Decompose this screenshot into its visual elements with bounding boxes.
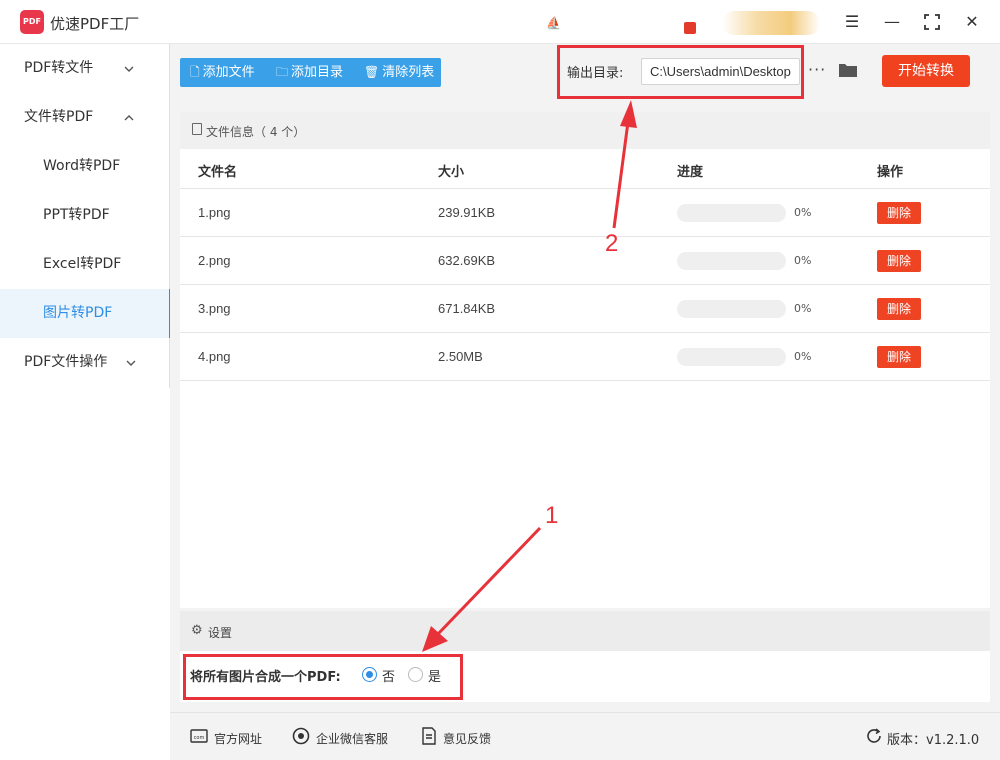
file-icon: 🗋 (190, 65, 200, 79)
column-progress: 进度 (677, 165, 704, 180)
delete-button[interactable]: 删除 (877, 298, 921, 320)
app-window: PDF 优速PDF工厂 ⛵ ☰ — ✕ PDF转文件 文件转PDF Word转P… (0, 0, 1000, 760)
progress-percent: 0% (794, 302, 812, 315)
table-row: 3.png 671.84KB 0% 删除 (180, 285, 990, 333)
sidebar-item-label: 文件转PDF (24, 109, 94, 125)
close-icon[interactable]: ✕ (960, 10, 984, 34)
version-label: 版本：v1.2.1.0 (887, 733, 980, 748)
svg-text:com: com (194, 735, 205, 741)
settings-header: ⚙ 设置 (180, 611, 990, 651)
sidebar-item-pdf-operations[interactable]: PDF文件操作 (0, 338, 170, 387)
app-logo-icon: PDF (20, 10, 44, 34)
wechat-service-icon (292, 727, 310, 745)
file-size: 2.50MB (438, 349, 483, 364)
clear-list-button[interactable]: 🗑 清除列表 (364, 58, 434, 87)
sidebar-item-label: PPT转PDF (43, 207, 110, 223)
chevron-down-icon (124, 44, 134, 93)
progress-bar (677, 204, 786, 222)
ad-ship-icon[interactable]: ⛵ (546, 16, 568, 30)
progress-bar (677, 300, 786, 318)
maximize-icon[interactable] (920, 10, 944, 34)
start-convert-button[interactable]: 开始转换 (882, 55, 970, 87)
sidebar-item-label: PDF转文件 (24, 60, 94, 76)
progress-bar (677, 252, 786, 270)
feedback-link[interactable]: 意见反馈 (443, 730, 491, 747)
annotation-box-merge (183, 654, 463, 700)
open-folder-icon[interactable] (838, 62, 858, 78)
ad-banner[interactable] (722, 11, 820, 35)
sidebar-item-excel-to-pdf[interactable]: Excel转PDF (0, 240, 170, 289)
file-size: 239.91KB (438, 205, 496, 220)
gear-icon: ⚙ (191, 623, 203, 638)
annotation-number-1: 1 (545, 502, 559, 529)
file-list-panel: 文件信息（ 4 个） 文件名 大小 进度 操作 1.png 239.91KB 0… (180, 112, 990, 608)
more-options-button[interactable]: ··· (808, 60, 826, 79)
folder-outline-icon: 🗀 (276, 65, 289, 79)
document-icon (192, 123, 202, 135)
file-info-header: 文件信息（ 4 个） (180, 112, 990, 149)
progress-percent: 0% (794, 206, 812, 219)
menu-icon[interactable]: ☰ (840, 10, 864, 34)
sidebar-item-label: PDF文件操作 (24, 354, 108, 370)
file-size: 671.84KB (438, 301, 496, 316)
toolbar-button-group: 🗋 添加文件 🗀 添加目录 🗑 清除列表 (180, 58, 441, 87)
chevron-down-icon (126, 338, 136, 387)
file-name: 2.png (198, 253, 231, 268)
sidebar-item-label: 图片转PDF (43, 305, 113, 321)
delete-button[interactable]: 删除 (877, 346, 921, 368)
annotation-number-2: 2 (605, 230, 619, 257)
settings-title: 设置 (208, 626, 233, 640)
file-name: 1.png (198, 205, 231, 220)
progress-bar (677, 348, 786, 366)
wechat-service-link[interactable]: 企业微信客服 (316, 730, 388, 747)
website-icon: com (190, 729, 208, 743)
trash-icon: 🗑 (364, 65, 380, 79)
sidebar-item-word-to-pdf[interactable]: Word转PDF (0, 142, 170, 191)
table-header: 文件名 大小 进度 操作 (180, 149, 990, 189)
title-bar: PDF 优速PDF工厂 ⛵ ☰ — ✕ (0, 0, 1000, 44)
table-row: 4.png 2.50MB 0% 删除 (180, 333, 990, 381)
clear-list-label: 清除列表 (382, 65, 435, 80)
add-directory-button[interactable]: 🗀 添加目录 (276, 58, 343, 87)
file-size: 632.69KB (438, 253, 496, 268)
sidebar-item-file-to-pdf[interactable]: 文件转PDF (0, 93, 170, 142)
sidebar-item-ppt-to-pdf[interactable]: PPT转PDF (0, 191, 170, 240)
column-filename: 文件名 (198, 165, 238, 180)
annotation-box-output (557, 45, 804, 99)
refresh-icon[interactable] (865, 727, 883, 745)
add-file-label: 添加文件 (202, 65, 255, 80)
footer: com 官方网址 企业微信客服 意见反馈 版本：v1.2.1.0 (170, 712, 1000, 760)
progress-percent: 0% (794, 350, 812, 363)
add-directory-label: 添加目录 (291, 65, 344, 80)
file-name: 4.png (198, 349, 231, 364)
file-info-title: 文件信息（ 4 个） (206, 125, 306, 139)
minimize-icon[interactable]: — (880, 10, 904, 34)
sidebar-item-pdf-to-file[interactable]: PDF转文件 (0, 44, 170, 93)
sidebar-item-label: Excel转PDF (43, 256, 122, 272)
column-size: 大小 (438, 165, 465, 180)
table-row: 2.png 632.69KB 0% 删除 (180, 237, 990, 285)
progress-percent: 0% (794, 254, 812, 267)
add-file-button[interactable]: 🗋 添加文件 (190, 58, 255, 87)
ad-gift-icon[interactable] (684, 22, 696, 34)
feedback-icon (422, 727, 436, 745)
table-row: 1.png 239.91KB 0% 删除 (180, 189, 990, 237)
delete-button[interactable]: 删除 (877, 202, 921, 224)
sidebar: PDF转文件 文件转PDF Word转PDF PPT转PDF Excel转PDF… (0, 44, 171, 388)
official-website-link[interactable]: 官方网址 (214, 730, 262, 747)
file-name: 3.png (198, 301, 231, 316)
delete-button[interactable]: 删除 (877, 250, 921, 272)
sidebar-item-label: Word转PDF (43, 158, 121, 174)
sidebar-item-image-to-pdf[interactable]: 图片转PDF (0, 289, 171, 338)
chevron-up-icon (124, 93, 134, 142)
column-action: 操作 (877, 165, 904, 180)
app-title: 优速PDF工厂 (50, 15, 140, 33)
